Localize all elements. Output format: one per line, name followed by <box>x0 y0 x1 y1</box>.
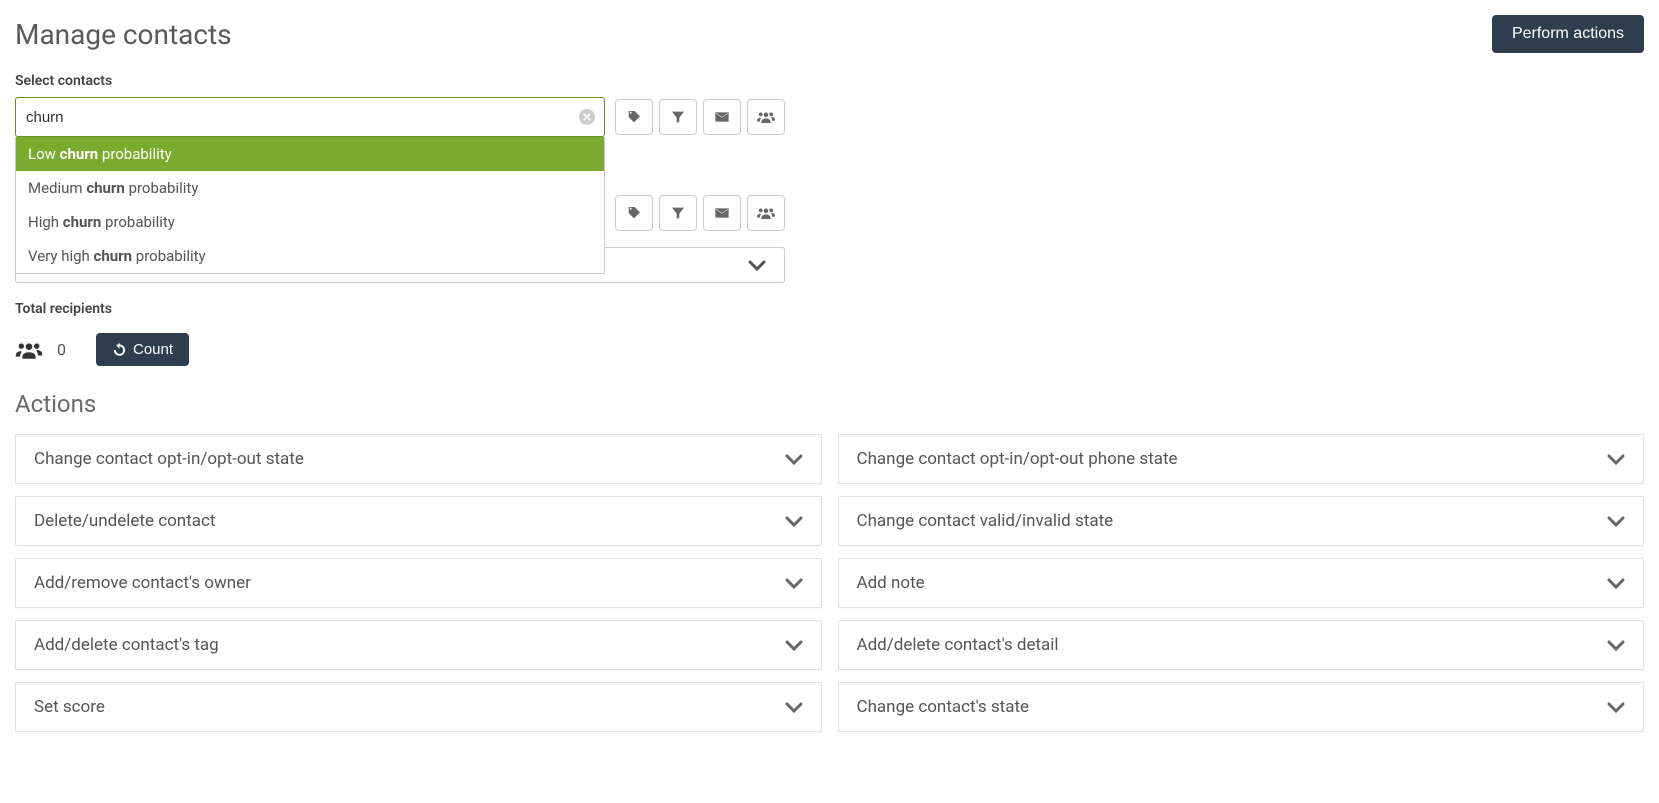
tag-icon <box>626 205 642 221</box>
action-card[interactable]: Change contact opt-in/opt-out phone stat… <box>838 434 1645 484</box>
action-card-label: Change contact valid/invalid state <box>857 511 1114 531</box>
count-button-label: Count <box>133 341 173 358</box>
group-filter-button[interactable] <box>747 99 785 135</box>
filter-icon <box>670 109 686 125</box>
autocomplete-dropdown: Low churn probabilityMedium churn probab… <box>15 137 605 274</box>
chevron-down-icon <box>785 702 803 713</box>
chevron-down-icon <box>785 578 803 589</box>
tag-filter-button-2[interactable] <box>615 195 653 231</box>
autocomplete-option[interactable]: Low churn probability <box>16 137 604 171</box>
tag-filter-button[interactable] <box>615 99 653 135</box>
perform-actions-button[interactable]: Perform actions <box>1492 15 1644 53</box>
action-card[interactable]: Add/delete contact's detail <box>838 620 1645 670</box>
chevron-down-icon <box>1607 454 1625 465</box>
chevron-down-icon <box>785 640 803 651</box>
users-icon <box>15 339 43 361</box>
chevron-down-icon <box>785 516 803 527</box>
autocomplete-option[interactable]: High churn probability <box>16 205 604 239</box>
envelope-icon <box>714 205 730 221</box>
action-card[interactable]: Change contact's state <box>838 682 1645 732</box>
users-icon <box>757 205 775 221</box>
chevron-down-icon <box>1607 516 1625 527</box>
action-card-label: Change contact opt-in/opt-out state <box>34 449 304 469</box>
action-card[interactable]: Add/remove contact's owner <box>15 558 822 608</box>
actions-heading: Actions <box>15 390 1644 418</box>
count-button[interactable]: Count <box>96 333 189 366</box>
filter-button[interactable] <box>659 99 697 135</box>
refresh-icon <box>112 342 127 357</box>
select-contacts-input[interactable] <box>15 97 605 137</box>
autocomplete-option[interactable]: Medium churn probability <box>16 171 604 205</box>
page-title: Manage contacts <box>15 18 232 51</box>
total-recipients-label: Total recipients <box>15 301 1644 317</box>
action-card[interactable]: Change contact opt-in/opt-out state <box>15 434 822 484</box>
action-card[interactable]: Delete/undelete contact <box>15 496 822 546</box>
envelope-icon <box>714 109 730 125</box>
action-card-label: Add note <box>857 573 925 593</box>
action-card[interactable]: Add/delete contact's tag <box>15 620 822 670</box>
tag-icon <box>626 109 642 125</box>
action-card[interactable]: Set score <box>15 682 822 732</box>
chevron-down-icon <box>785 454 803 465</box>
select-contacts-label: Select contacts <box>15 73 1644 89</box>
chevron-down-icon <box>748 260 766 271</box>
chevron-down-icon <box>1607 702 1625 713</box>
filter-button-2[interactable] <box>659 195 697 231</box>
action-card-label: Change contact opt-in/opt-out phone stat… <box>857 449 1178 469</box>
chevron-down-icon <box>1607 578 1625 589</box>
action-card-label: Add/delete contact's detail <box>857 635 1059 655</box>
action-card-label: Add/remove contact's owner <box>34 573 251 593</box>
action-card-label: Delete/undelete contact <box>34 511 215 531</box>
users-icon <box>757 109 775 125</box>
filter-icon <box>670 205 686 221</box>
recipient-count-value: 0 <box>57 340 66 359</box>
action-card[interactable]: Change contact valid/invalid state <box>838 496 1645 546</box>
clear-input-icon[interactable] <box>579 109 595 125</box>
chevron-down-icon <box>1607 640 1625 651</box>
action-card-label: Add/delete contact's tag <box>34 635 219 655</box>
action-card-label: Set score <box>34 697 105 717</box>
action-card-label: Change contact's state <box>857 697 1030 717</box>
email-filter-button[interactable] <box>703 99 741 135</box>
action-card[interactable]: Add note <box>838 558 1645 608</box>
autocomplete-option[interactable]: Very high churn probability <box>16 239 604 273</box>
group-filter-button-2[interactable] <box>747 195 785 231</box>
email-filter-button-2[interactable] <box>703 195 741 231</box>
